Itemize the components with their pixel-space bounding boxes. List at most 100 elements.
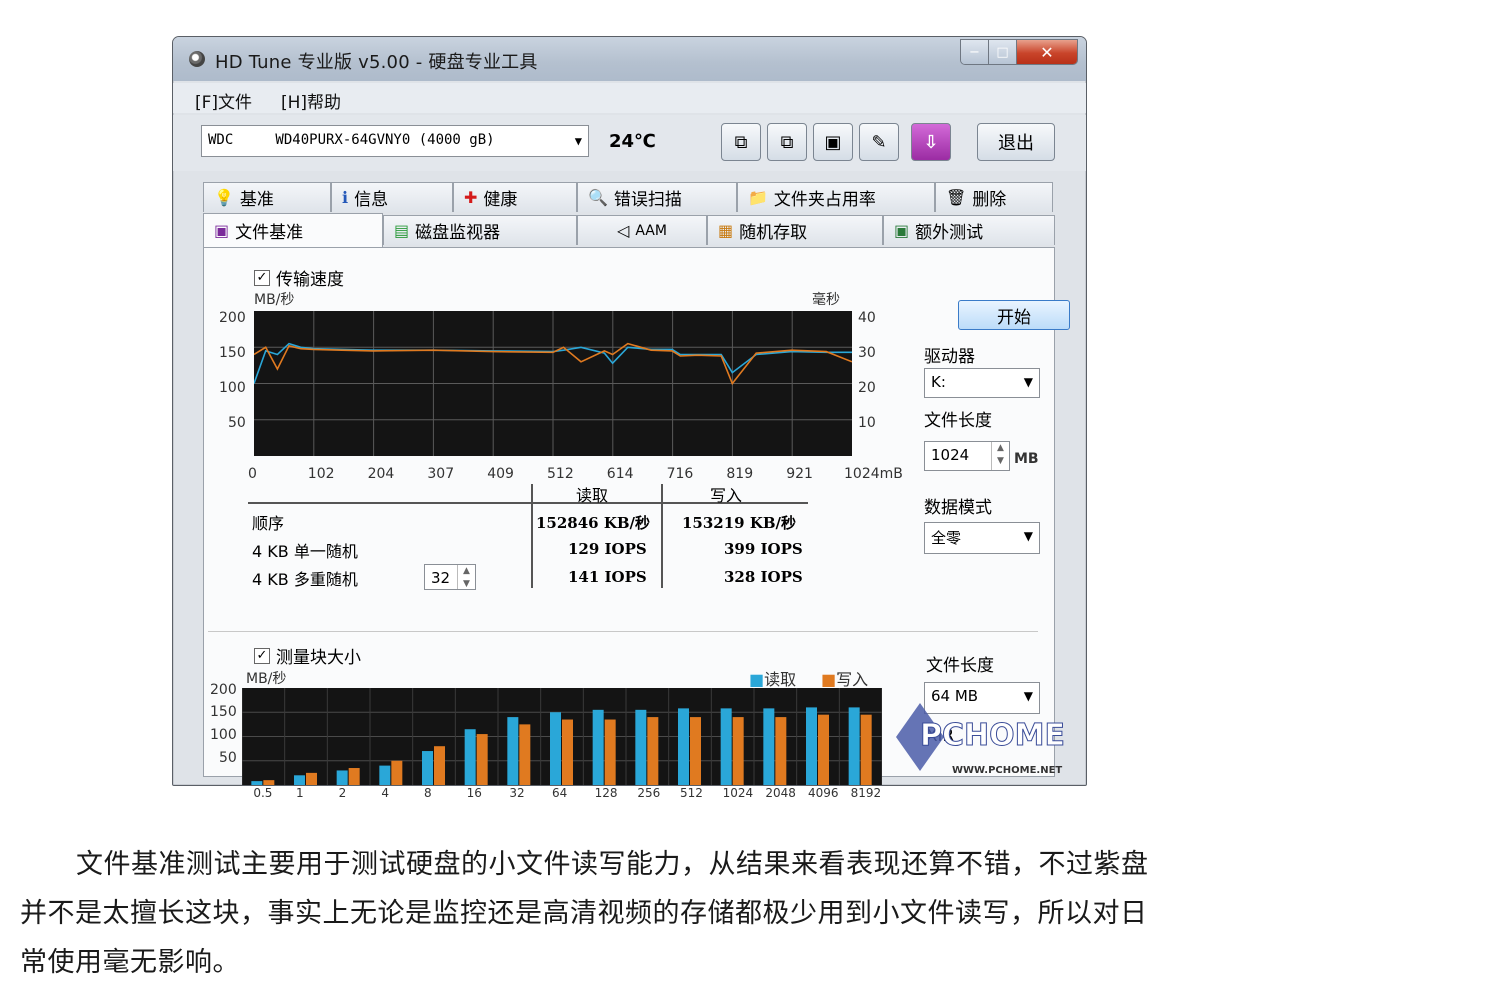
y-tick-left: 150	[219, 345, 246, 361]
y-tick-right: 10	[858, 415, 876, 431]
tab-benchmark[interactable]: 💡 基准	[203, 182, 331, 212]
options-button[interactable]: ✎	[859, 123, 899, 161]
minimize-button[interactable]: −	[961, 40, 989, 64]
y-tick-left: 50	[228, 415, 246, 431]
block-size-checkbox[interactable]: ✓ 测量块大小	[254, 643, 361, 668]
write-bar	[818, 714, 829, 785]
y-tick-left: 200	[219, 310, 246, 326]
queue-depth-stepper[interactable]: 32 ▲ ▼	[424, 564, 476, 590]
tab-health[interactable]: ✚ 健康	[453, 182, 577, 212]
section-separator	[208, 631, 1038, 632]
file-length-stepper[interactable]: 1024 ▲ ▼	[924, 441, 1010, 471]
x-tick-label: 1024mB	[844, 466, 903, 482]
transfer-rate-checkbox[interactable]: ✓ 传输速度	[254, 265, 344, 290]
bulb-icon: 💡	[214, 188, 234, 207]
maximize-button[interactable]: □	[989, 40, 1017, 64]
drive-select[interactable]: WDC WD40PURX-64GVNY0 (4000 gB) ▼	[201, 125, 589, 157]
save-button[interactable]: ▣	[813, 123, 853, 161]
write-bar	[306, 772, 317, 785]
legend-read: ■读取	[749, 666, 796, 690]
write-value: 328 IOPS	[724, 568, 803, 586]
monitor-chart-icon: ▤	[394, 221, 410, 240]
x-tick-label: 0	[248, 466, 257, 482]
block-size-tick: 1024	[722, 786, 754, 800]
pchome-url: WWW.PCHOME.NET	[952, 765, 1062, 776]
block-size-tick: 512	[680, 786, 703, 800]
toolbar: WDC WD40PURX-64GVNY0 (4000 gB) ▼ 24℃ ⧉ ⧉…	[173, 115, 1086, 171]
tab-label: 基准	[239, 190, 274, 210]
block-y-tick: 50	[219, 750, 237, 766]
read-bar	[848, 707, 860, 785]
tab-info[interactable]: ℹ 信息	[331, 182, 453, 212]
tab-random-access[interactable]: ▦ 随机存取	[707, 215, 883, 245]
block-size-tick: 64	[552, 786, 568, 800]
drive-letter-select[interactable]: K: ▼	[924, 368, 1040, 398]
block-file-length-label: 文件长度	[926, 656, 994, 676]
write-bar	[562, 719, 573, 785]
temperature-readout: 24℃	[609, 131, 656, 152]
queue-depth-value: 32	[431, 569, 451, 587]
copy-screen-button[interactable]: ⧉	[767, 123, 807, 161]
data-mode-select[interactable]: 全零 ▼	[924, 522, 1040, 554]
read-bar	[507, 717, 519, 785]
tab-label: 磁盘监视器	[415, 223, 501, 243]
tab-label: 健康	[483, 190, 518, 210]
tab-extra-tests[interactable]: ▣ 额外测试	[883, 215, 1055, 245]
folder-icon: 📁	[748, 188, 768, 207]
write-bar	[476, 734, 488, 785]
article-line: 文件基准测试主要用于测试硬盘的小文件读写能力，从结果来看表现还算不错，不过紫盘	[20, 840, 1180, 889]
chevron-down-icon: ▼	[1023, 375, 1033, 389]
trash-icon: 🗑	[946, 188, 967, 207]
write-bar	[519, 724, 531, 785]
write-bar	[391, 760, 403, 785]
block-y-tick: 150	[210, 704, 237, 720]
write-bar	[860, 714, 872, 785]
menu-bar: [F]文件 [H]帮助	[173, 83, 1086, 113]
exit-button[interactable]: 退出	[977, 123, 1055, 161]
window-controls: − □ ✕	[960, 39, 1078, 65]
start-button[interactable]: 开始	[958, 300, 1070, 330]
write-value: 153219 KB/秒	[682, 514, 797, 532]
menu-help[interactable]: [H]帮助	[281, 88, 341, 113]
tab-disk-monitor[interactable]: ▤ 磁盘监视器	[383, 215, 577, 245]
write-bar	[263, 780, 275, 785]
hdtune-window: HD Tune 专业版 v5.00 - 硬盘专业工具 − □ ✕ [F]文件 […	[172, 36, 1087, 800]
right-axis-unit: 毫秒	[812, 292, 840, 308]
close-button[interactable]: ✕	[1017, 40, 1077, 64]
window-title: HD Tune 专业版 v5.00 - 硬盘专业工具	[215, 52, 538, 73]
title-bar: HD Tune 专业版 v5.00 - 硬盘专业工具 − □ ✕	[173, 37, 1086, 81]
read-bar	[806, 707, 817, 785]
menu-file[interactable]: [F]文件	[195, 88, 252, 113]
read-bar	[336, 770, 348, 785]
magnifier-icon: 🔍	[588, 188, 608, 207]
tab-erase[interactable]: 🗑 删除	[935, 182, 1053, 212]
block-size-tick: 8192	[850, 786, 882, 800]
block-size-label: 测量块大小	[276, 648, 361, 668]
article-line: 并不是太擅长这块，事实上无论是监控还是高清视频的存储都极少用到小文件读写，所以对…	[20, 889, 1180, 938]
tab-file-benchmark[interactable]: ▣ 文件基准	[203, 213, 383, 247]
read-bar	[422, 751, 433, 785]
download-button[interactable]: ⇩	[911, 123, 951, 161]
speaker-icon: ◁	[617, 221, 630, 240]
block-size-tick: 256	[637, 786, 661, 800]
x-tick-label: 819	[726, 466, 754, 482]
read-bar	[763, 708, 775, 785]
row-label: 顺序	[252, 514, 285, 533]
write-column-header: 写入	[710, 486, 743, 505]
tab-label: 额外测试	[915, 223, 984, 243]
copy-text-icon: ⧉	[734, 131, 748, 153]
write-bar	[690, 717, 701, 785]
save-icon: ▣	[824, 131, 842, 153]
article-line-text: 并不是太擅长这块，事实上无论是监控还是高清视频的存储都极少用到小文件读写，所以对…	[20, 898, 1148, 929]
tab-error-scan[interactable]: 🔍 错误扫描	[577, 182, 737, 212]
left-axis-unit: MB/秒	[254, 292, 295, 308]
block-size-tick: 16	[466, 786, 482, 800]
file-benchmark-icon: ▣	[214, 221, 230, 240]
tab-aam[interactable]: ◁ AAM	[577, 215, 707, 245]
x-tick-label: 409	[487, 466, 514, 482]
tab-folder-usage[interactable]: 📁 文件夹占用率	[737, 182, 935, 212]
x-tick-label: 921	[786, 466, 813, 482]
chevron-down-icon: ▼	[574, 134, 582, 148]
write-bar	[434, 746, 445, 785]
copy-text-button[interactable]: ⧉	[721, 123, 761, 161]
